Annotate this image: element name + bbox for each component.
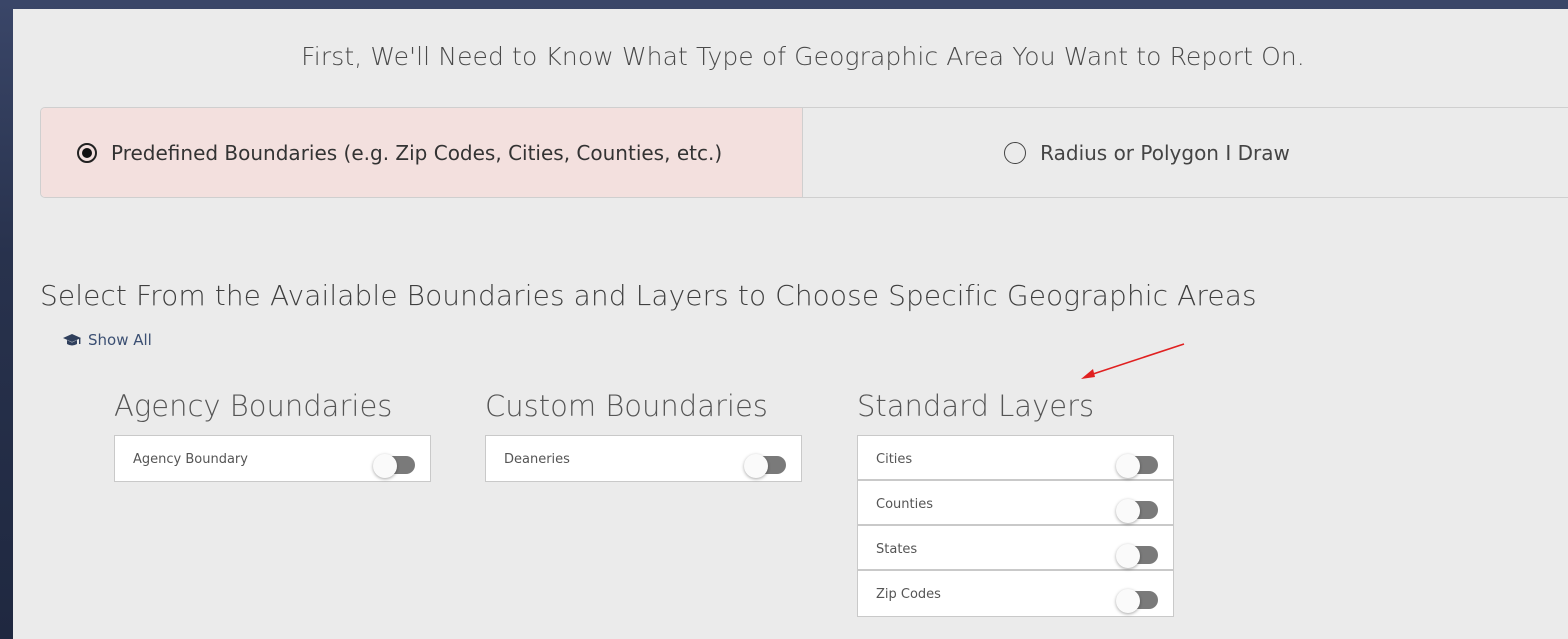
standard-layers-title: Standard Layers [857, 389, 1095, 423]
toggle-knob [373, 454, 397, 478]
page-heading: First, We'll Need to Know What Type of G… [301, 42, 1305, 71]
zip-codes-toggle[interactable] [1116, 589, 1160, 613]
predefined-boundaries-option[interactable]: Predefined Boundaries (e.g. Zip Codes, C… [41, 108, 803, 197]
layer-row-states: States [858, 526, 1173, 571]
select-boundaries-heading: Select From the Available Boundaries and… [40, 279, 1257, 312]
layer-row-counties: Counties [858, 481, 1173, 526]
agency-boundaries-title: Agency Boundaries [114, 389, 393, 423]
toggle-knob [1116, 499, 1140, 523]
standard-layers-list: Cities Counties States Zip Codes [857, 435, 1174, 617]
layer-label: Cities [876, 452, 913, 467]
toggle-knob [1116, 544, 1140, 568]
counties-toggle[interactable] [1116, 499, 1160, 523]
show-all-link[interactable]: Show All [62, 331, 152, 349]
custom-boundaries-group: Custom Boundaries Deaneries [485, 389, 802, 482]
layer-label: Zip Codes [876, 587, 941, 602]
agency-boundaries-list: Agency Boundary [114, 435, 431, 482]
cities-toggle[interactable] [1116, 454, 1160, 478]
layer-label: Agency Boundary [133, 452, 248, 467]
annotation-arrow-icon [1081, 343, 1185, 379]
area-type-selector: Predefined Boundaries (e.g. Zip Codes, C… [40, 107, 1568, 198]
radio-unchecked-icon[interactable] [1004, 141, 1027, 164]
radio-checked-icon[interactable] [77, 142, 97, 163]
custom-boundaries-list: Deaneries [485, 435, 802, 482]
layer-row-agency-boundary: Agency Boundary [115, 436, 430, 481]
layer-row-deaneries: Deaneries [486, 436, 801, 481]
agency-boundaries-group: Agency Boundaries Agency Boundary [114, 389, 431, 482]
predefined-boundaries-label: Predefined Boundaries (e.g. Zip Codes, C… [111, 140, 723, 165]
toggle-knob [744, 454, 768, 478]
geographic-area-panel: First, We'll Need to Know What Type of G… [13, 9, 1568, 639]
radius-polygon-option[interactable]: Radius or Polygon I Draw [803, 108, 1568, 197]
custom-boundaries-title: Custom Boundaries [485, 389, 768, 423]
agency-boundary-toggle[interactable] [373, 454, 417, 478]
show-all-label: Show All [88, 331, 152, 349]
states-toggle[interactable] [1116, 544, 1160, 568]
radius-polygon-label: Radius or Polygon I Draw [1040, 140, 1290, 165]
layer-label: States [876, 542, 918, 557]
standard-layers-group: Standard Layers Cities Counties States Z… [857, 389, 1174, 617]
toggle-knob [1116, 589, 1140, 613]
layer-label: Deaneries [504, 452, 570, 467]
graduation-cap-icon [63, 334, 81, 346]
layer-row-cities: Cities [858, 436, 1173, 481]
deaneries-toggle[interactable] [744, 454, 788, 478]
layer-label: Counties [876, 497, 933, 512]
toggle-knob [1116, 454, 1140, 478]
layer-row-zip-codes: Zip Codes [858, 571, 1173, 616]
